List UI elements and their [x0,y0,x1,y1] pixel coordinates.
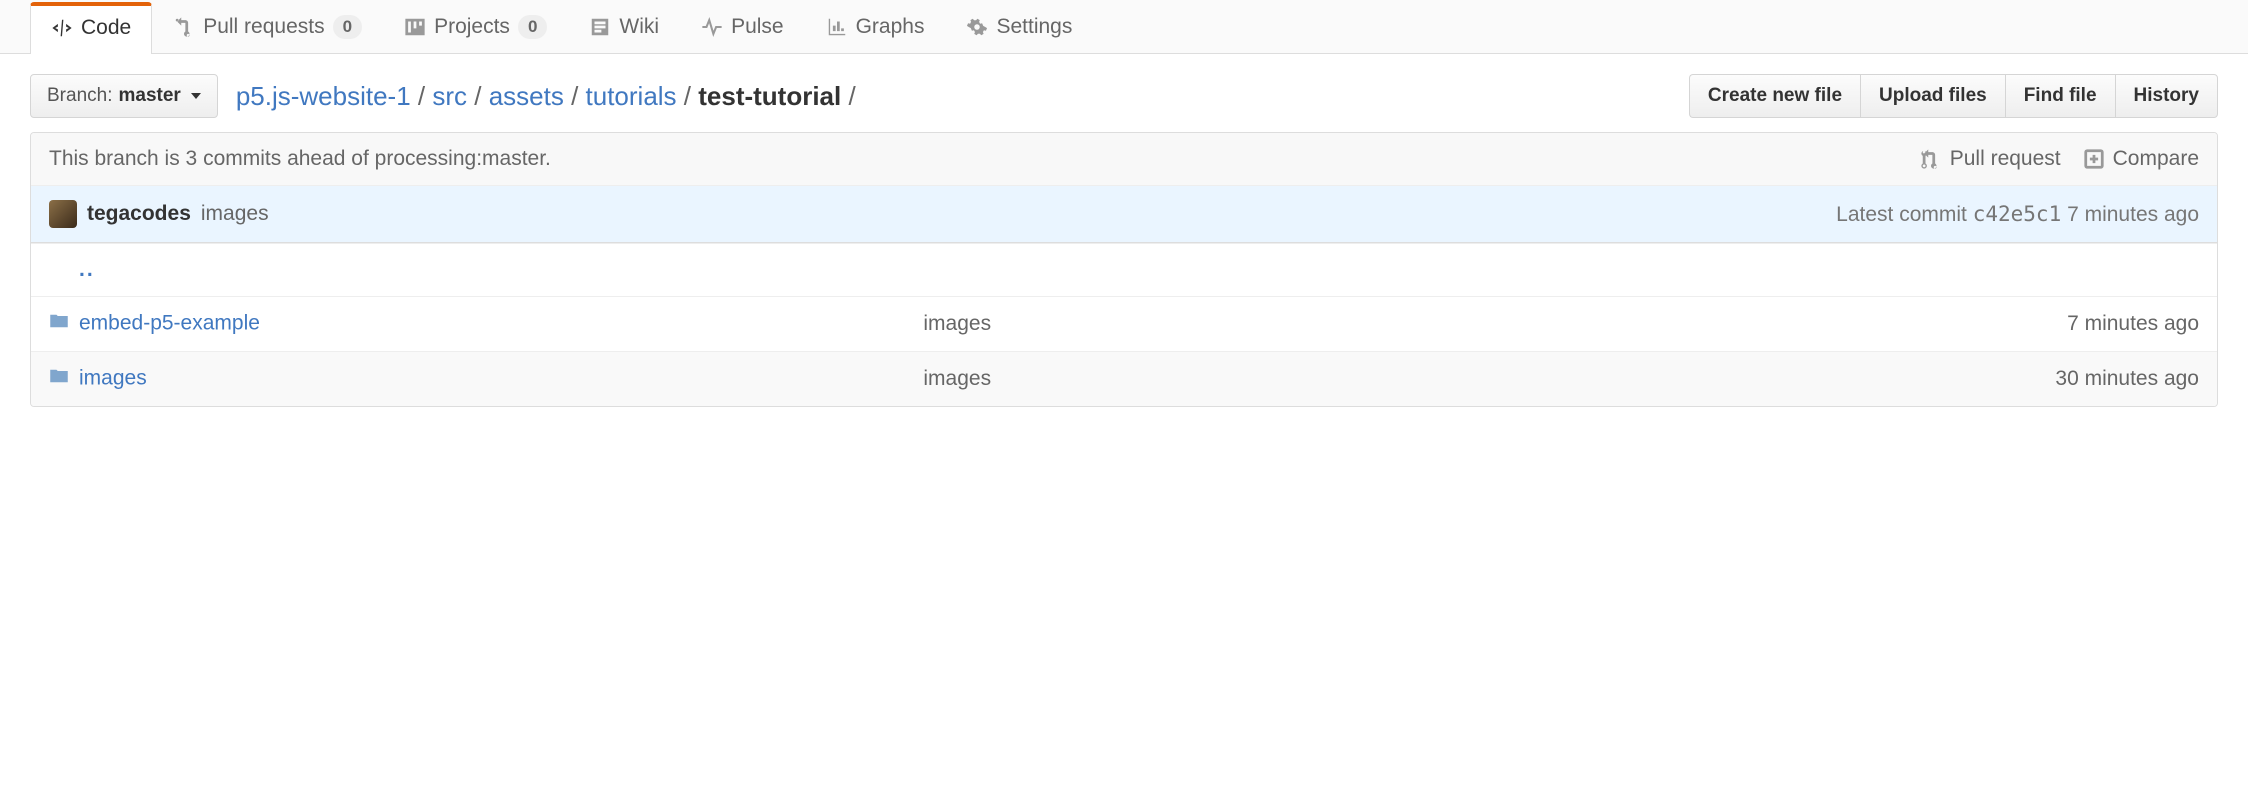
tab-icon [589,16,611,38]
breadcrumb-link[interactable]: src [432,81,467,111]
tab-wiki[interactable]: Wiki [568,0,680,53]
chevron-down-icon [191,93,201,99]
tab-icon [51,17,73,39]
breadcrumb: p5.js-website-1 / src / assets / tutoria… [236,81,856,112]
tab-counter: 0 [518,15,547,39]
file-commit-msg[interactable]: images [905,352,1779,407]
tab-pull-requests[interactable]: Pull requests0 [152,0,383,53]
history-button[interactable]: History [2115,74,2218,118]
avatar[interactable] [49,200,77,228]
latest-commit-label: Latest commit [1836,203,1967,226]
branch-prefix: Branch: [47,85,112,107]
commit-time: 7 minutes ago [2067,203,2199,226]
tab-icon [173,16,195,38]
up-directory-link[interactable]: .. [79,258,95,281]
commit-author[interactable]: tegacodes [87,202,191,226]
file-commit-msg[interactable]: images [905,297,1779,352]
create-file-button[interactable]: Create new file [1689,74,1860,118]
file-header: Branch: master p5.js-website-1 / src / a… [0,54,2248,132]
tab-icon [701,16,723,38]
find-file-button[interactable]: Find file [2005,74,2115,118]
repo-tabnav: CodePull requests0Projects0WikiPulseGrap… [0,0,2248,54]
file-action-group: Create new file Upload files Find file H… [1689,74,2218,118]
git-pull-request-icon [1920,148,1942,170]
tab-icon [826,16,848,38]
table-row: .. [31,244,2217,297]
tab-icon [966,16,988,38]
tab-graphs[interactable]: Graphs [805,0,946,53]
file-link[interactable]: images [79,367,147,390]
compare-link[interactable]: Compare [2083,147,2199,171]
tab-counter: 0 [333,15,362,39]
file-box: This branch is 3 commits ahead of proces… [30,132,2218,407]
breadcrumb-link[interactable]: tutorials [586,81,677,111]
file-age: 30 minutes ago [1780,352,2217,407]
tab-pulse[interactable]: Pulse [680,0,805,53]
file-age: 7 minutes ago [1780,297,2217,352]
branch-name: master [118,85,180,107]
tab-projects[interactable]: Projects0 [383,0,568,53]
tab-code[interactable]: Code [30,2,152,54]
branch-status-text: This branch is 3 commits ahead of proces… [49,147,551,171]
commit-message[interactable]: images [201,202,269,226]
upload-files-button[interactable]: Upload files [1860,74,2005,118]
tab-settings[interactable]: Settings [945,0,1093,53]
file-list: ..embed-p5-exampleimages7 minutes agoima… [31,243,2217,406]
table-row: imagesimages30 minutes ago [31,352,2217,407]
branch-status-row: This branch is 3 commits ahead of proces… [31,133,2217,186]
commit-sha[interactable]: c42e5c1 [1973,202,2062,226]
diff-icon [2083,148,2105,170]
folder-icon [49,311,69,337]
branch-select-button[interactable]: Branch: master [30,74,218,118]
breadcrumb-link[interactable]: assets [489,81,564,111]
pull-request-link[interactable]: Pull request [1920,147,2061,171]
file-link[interactable]: embed-p5-example [79,312,260,335]
folder-icon [49,366,69,392]
breadcrumb-current: test-tutorial [698,81,841,111]
tab-icon [404,16,426,38]
latest-commit-row: tegacodes images Latest commit c42e5c1 7… [31,186,2217,243]
table-row: embed-p5-example images7 minutes ago [31,297,2217,352]
breadcrumb-link[interactable]: p5.js-website-1 [236,81,411,111]
